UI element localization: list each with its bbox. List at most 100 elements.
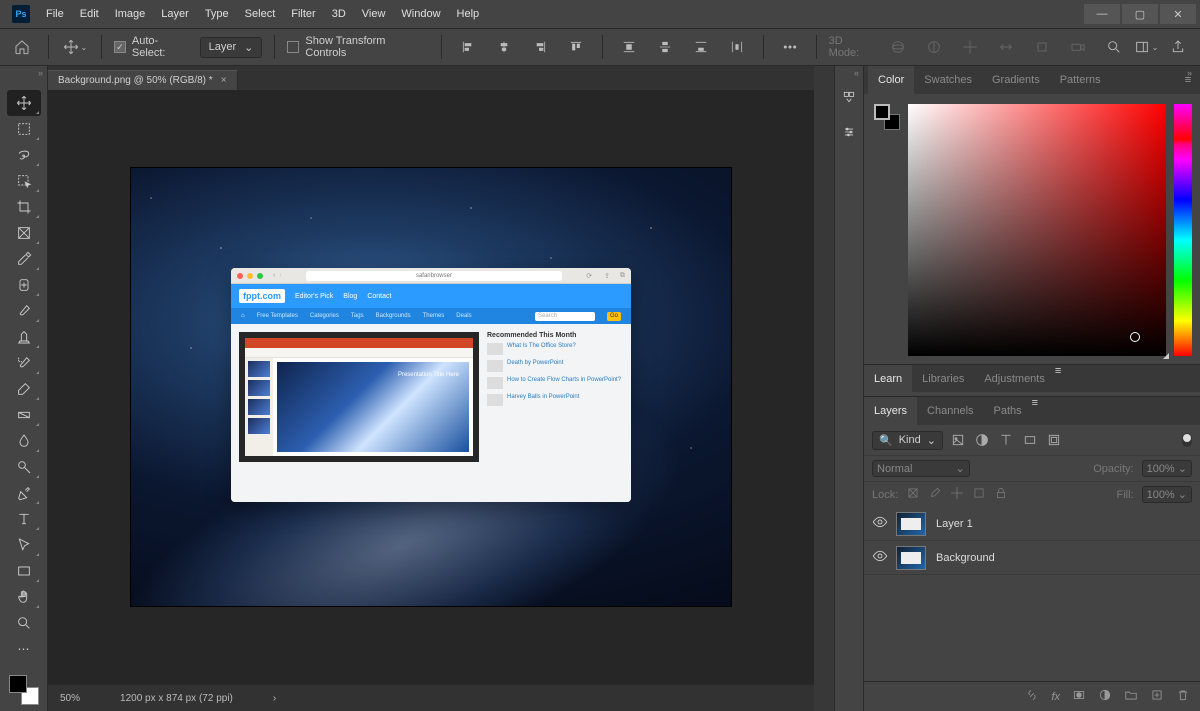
share-icon[interactable] bbox=[1164, 33, 1192, 61]
properties-panel-icon[interactable] bbox=[842, 125, 856, 142]
rectangle-tool[interactable] bbox=[7, 558, 41, 584]
lock-position-icon[interactable] bbox=[950, 486, 964, 503]
tab-swatches[interactable]: Swatches bbox=[914, 66, 982, 94]
filter-adjustment-icon[interactable] bbox=[973, 431, 991, 449]
distribute-top-icon[interactable] bbox=[615, 33, 643, 61]
menu-view[interactable]: View bbox=[354, 0, 394, 28]
quick-selection-tool[interactable] bbox=[7, 168, 41, 194]
tab-learn[interactable]: Learn bbox=[864, 365, 912, 392]
layer-name[interactable]: Background bbox=[936, 552, 995, 564]
brush-tool[interactable] bbox=[7, 298, 41, 324]
group-icon[interactable] bbox=[1124, 688, 1138, 705]
menu-layer[interactable]: Layer bbox=[153, 0, 197, 28]
layer-name[interactable]: Layer 1 bbox=[936, 518, 973, 530]
filter-kind-dropdown[interactable]: 🔍 Kind ⌄ bbox=[872, 431, 943, 450]
lasso-tool[interactable] bbox=[7, 142, 41, 168]
tab-color[interactable]: Color bbox=[868, 66, 914, 94]
filter-smart-icon[interactable] bbox=[1045, 431, 1063, 449]
menu-image[interactable]: Image bbox=[107, 0, 154, 28]
filter-pixel-icon[interactable] bbox=[949, 431, 967, 449]
doc-info[interactable]: 1200 px x 874 px (72 ppi) bbox=[120, 693, 233, 704]
auto-select-checkbox[interactable]: ✓ Auto-Select: bbox=[114, 35, 192, 59]
menu-filter[interactable]: Filter bbox=[283, 0, 323, 28]
lock-all-icon[interactable] bbox=[994, 486, 1008, 503]
filter-shape-icon[interactable] bbox=[1021, 431, 1039, 449]
layer-thumbnail[interactable] bbox=[896, 512, 926, 536]
menu-select[interactable]: Select bbox=[237, 0, 284, 28]
foreground-background-swatch[interactable] bbox=[9, 675, 39, 705]
more-options-icon[interactable] bbox=[776, 33, 804, 61]
link-layers-icon[interactable] bbox=[1025, 688, 1039, 705]
layer-row[interactable]: Layer 1 bbox=[864, 507, 1200, 541]
maximize-button[interactable]: ▢ bbox=[1122, 4, 1158, 24]
distribute-vertical-icon[interactable] bbox=[651, 33, 679, 61]
edit-toolbar-icon[interactable]: ⋯ bbox=[7, 636, 41, 662]
collapse-panels-icon[interactable]: » bbox=[1187, 68, 1192, 78]
menu-file[interactable]: File bbox=[38, 0, 72, 28]
pen-tool[interactable] bbox=[7, 480, 41, 506]
tab-adjustments[interactable]: Adjustments bbox=[974, 365, 1055, 392]
visibility-icon[interactable] bbox=[872, 514, 886, 533]
history-panel-icon[interactable] bbox=[842, 90, 856, 107]
hand-tool[interactable] bbox=[7, 584, 41, 610]
foreground-color-swatch[interactable] bbox=[9, 675, 27, 693]
canvas-area[interactable]: ‹ › safaribrowser ⟳ ⇪ ⧉ fppt.com Editor'… bbox=[48, 90, 814, 684]
zoom-level[interactable]: 50% bbox=[60, 693, 80, 704]
tab-gradients[interactable]: Gradients bbox=[982, 66, 1050, 94]
expand-icon[interactable]: « bbox=[854, 68, 859, 78]
type-tool[interactable] bbox=[7, 506, 41, 532]
menu-3d[interactable]: 3D bbox=[324, 0, 354, 28]
menu-window[interactable]: Window bbox=[393, 0, 448, 28]
align-horizontal-centers-icon[interactable] bbox=[490, 33, 518, 61]
layer-row[interactable]: Background bbox=[864, 541, 1200, 575]
blend-mode-dropdown[interactable]: Normal ⌄ bbox=[872, 460, 970, 477]
adjustment-layer-icon[interactable] bbox=[1098, 688, 1112, 705]
tab-paths[interactable]: Paths bbox=[984, 397, 1032, 425]
distribute-bottom-icon[interactable] bbox=[687, 33, 715, 61]
auto-select-target-dropdown[interactable]: Layer ⌄ bbox=[200, 37, 263, 58]
fx-icon[interactable]: fx bbox=[1051, 691, 1060, 703]
move-tool-icon[interactable]: ⌄ bbox=[61, 33, 89, 61]
close-tab-icon[interactable]: × bbox=[221, 75, 227, 86]
tab-patterns[interactable]: Patterns bbox=[1050, 66, 1111, 94]
search-icon[interactable] bbox=[1100, 33, 1128, 61]
filter-type-icon[interactable] bbox=[997, 431, 1015, 449]
lock-transparency-icon[interactable] bbox=[906, 486, 920, 503]
minimize-button[interactable]: — bbox=[1084, 4, 1120, 24]
new-layer-icon[interactable] bbox=[1150, 688, 1164, 705]
lock-artboard-icon[interactable] bbox=[972, 486, 986, 503]
clone-stamp-tool[interactable] bbox=[7, 324, 41, 350]
align-right-edges-icon[interactable] bbox=[526, 33, 554, 61]
menu-type[interactable]: Type bbox=[197, 0, 237, 28]
move-tool[interactable] bbox=[7, 90, 41, 116]
filter-toggle[interactable] bbox=[1182, 433, 1192, 447]
panel-swatch[interactable] bbox=[874, 104, 900, 130]
path-selection-tool[interactable] bbox=[7, 532, 41, 558]
tab-libraries[interactable]: Libraries bbox=[912, 365, 974, 392]
tab-layers[interactable]: Layers bbox=[864, 397, 917, 425]
document-tab[interactable]: Background.png @ 50% (RGB/8) * × bbox=[48, 70, 238, 90]
healing-brush-tool[interactable] bbox=[7, 272, 41, 298]
workspace-switcher-icon[interactable]: ⌄ bbox=[1132, 33, 1160, 61]
marquee-tool[interactable] bbox=[7, 116, 41, 142]
eraser-tool[interactable] bbox=[7, 376, 41, 402]
panel-fg-swatch[interactable] bbox=[874, 104, 890, 120]
dodge-tool[interactable] bbox=[7, 454, 41, 480]
collapse-icon[interactable]: » bbox=[38, 68, 43, 78]
hue-slider[interactable] bbox=[1174, 104, 1192, 356]
artboard[interactable]: ‹ › safaribrowser ⟳ ⇪ ⧉ fppt.com Editor'… bbox=[131, 168, 731, 606]
menu-help[interactable]: Help bbox=[449, 0, 488, 28]
frame-tool[interactable] bbox=[7, 220, 41, 246]
tab-channels[interactable]: Channels bbox=[917, 397, 983, 425]
blur-tool[interactable] bbox=[7, 428, 41, 454]
layer-thumbnail[interactable] bbox=[896, 546, 926, 570]
chevron-right-icon[interactable]: › bbox=[273, 693, 276, 704]
zoom-tool[interactable] bbox=[7, 610, 41, 636]
lock-image-icon[interactable] bbox=[928, 486, 942, 503]
crop-tool[interactable] bbox=[7, 194, 41, 220]
delete-layer-icon[interactable] bbox=[1176, 688, 1190, 705]
panel-menu-icon[interactable]: ≡ bbox=[1055, 365, 1061, 392]
align-top-edges-icon[interactable] bbox=[562, 33, 590, 61]
history-brush-tool[interactable] bbox=[7, 350, 41, 376]
gradient-tool[interactable] bbox=[7, 402, 41, 428]
